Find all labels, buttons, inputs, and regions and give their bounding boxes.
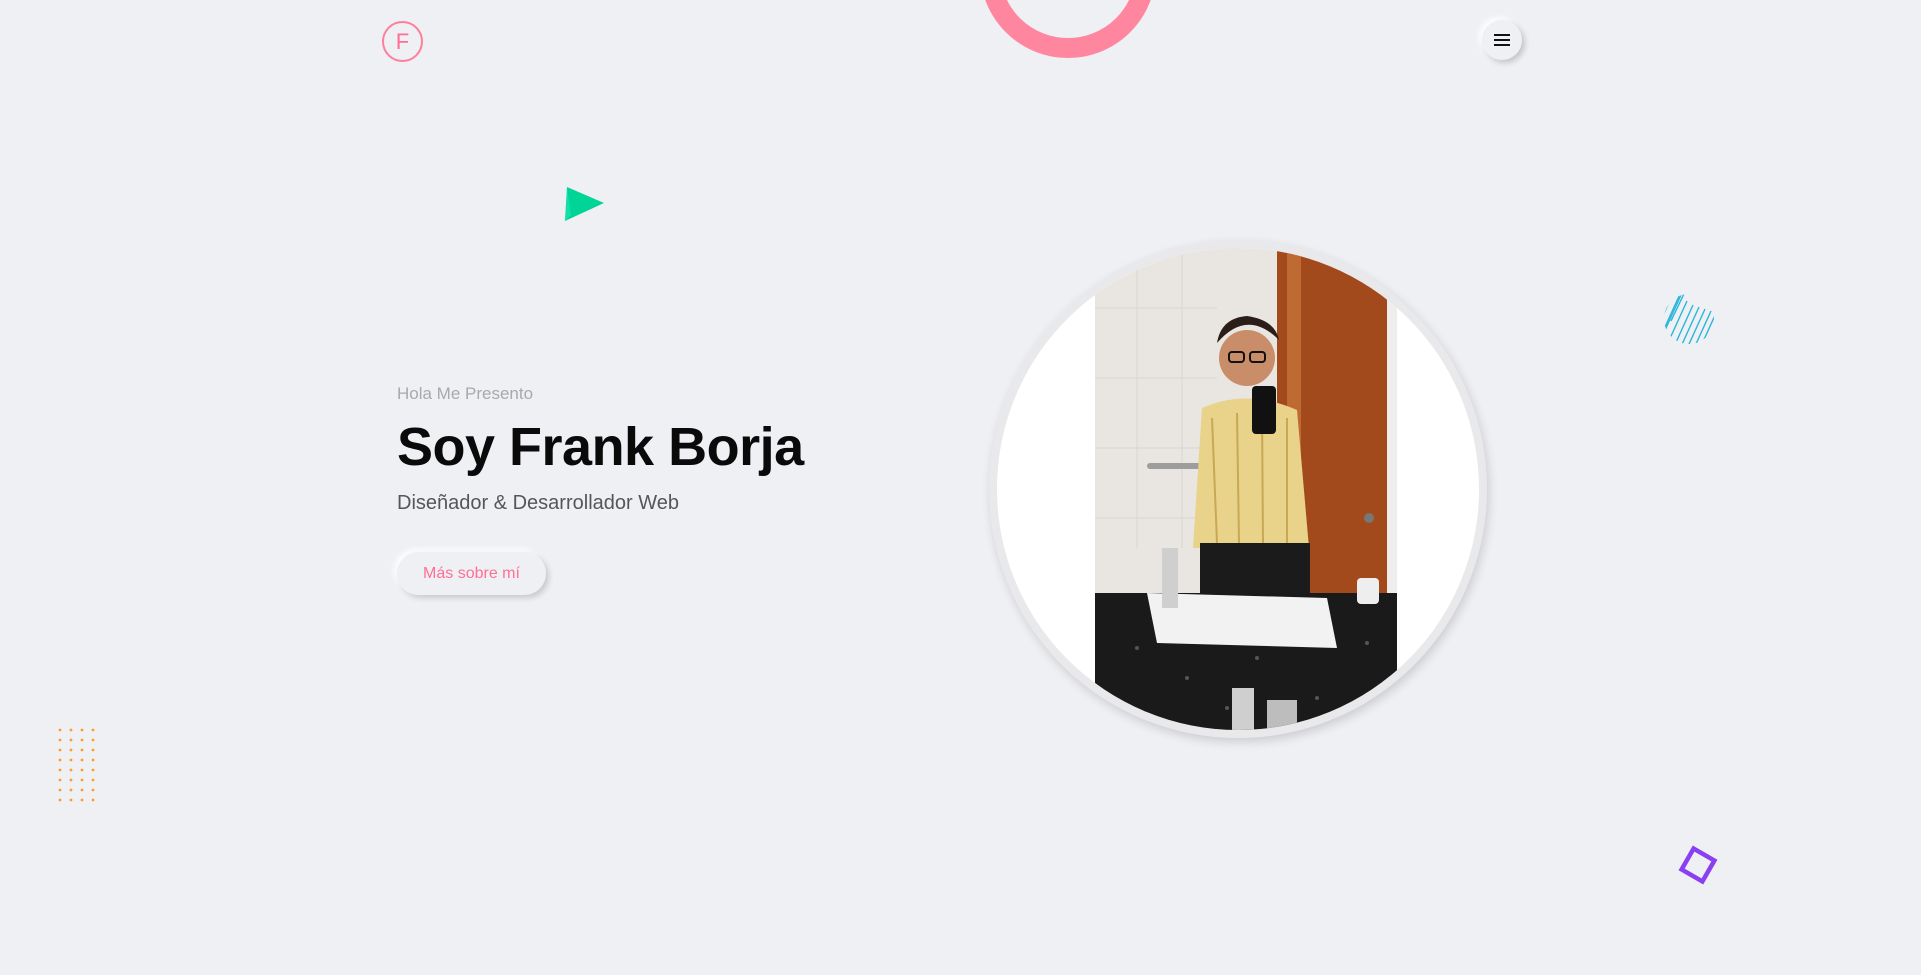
decorative-dots (58, 728, 95, 802)
decorative-stripes (1664, 294, 1714, 344)
decor-dot (69, 768, 73, 772)
decorative-diamond (1678, 845, 1718, 885)
profile-photo (989, 240, 1487, 738)
decor-dot (69, 758, 73, 762)
decor-dot (58, 728, 62, 732)
decor-dot (58, 788, 62, 792)
decor-dot (58, 748, 62, 752)
decor-dot (91, 788, 95, 792)
decor-dot (91, 768, 95, 772)
decor-dot (69, 788, 73, 792)
profile-photo-illustration (1095, 248, 1397, 730)
decor-dot (80, 788, 84, 792)
decor-dot (80, 728, 84, 732)
hero-name: Soy Frank Borja (397, 417, 804, 477)
decor-dot (91, 728, 95, 732)
decor-dot (91, 738, 95, 742)
hero-text: Hola Me Presento Soy Frank Borja Diseñad… (397, 384, 804, 515)
greeting: Hola Me Presento (397, 384, 534, 403)
decor-dot (69, 738, 73, 742)
decor-dot (58, 778, 62, 782)
hero-role: Diseñador & Desarrollador Web (397, 492, 679, 514)
decor-dot (69, 798, 73, 802)
logo-letter: F (395, 28, 410, 54)
hamburger-icon (1494, 34, 1510, 46)
logo-badge[interactable]: F (382, 21, 423, 62)
decor-dot (80, 798, 84, 802)
decor-dot (80, 758, 84, 762)
decorative-ring (980, 0, 1156, 58)
decor-dot (58, 798, 62, 802)
decor-dot (91, 798, 95, 802)
decor-dot (69, 778, 73, 782)
decor-dot (91, 758, 95, 762)
decor-dot (91, 748, 95, 752)
menu-button[interactable] (1482, 20, 1522, 60)
decor-dot (58, 768, 62, 772)
about-me-button[interactable]: Más sobre mí (397, 552, 546, 595)
decorative-triangle (565, 187, 604, 221)
decor-dot (80, 778, 84, 782)
decor-dot (58, 738, 62, 742)
decor-dot (80, 748, 84, 752)
decor-dot (58, 758, 62, 762)
decor-dot (80, 738, 84, 742)
decor-dot (69, 748, 73, 752)
decor-dot (91, 778, 95, 782)
decor-dot (69, 728, 73, 732)
decor-dot (80, 768, 84, 772)
